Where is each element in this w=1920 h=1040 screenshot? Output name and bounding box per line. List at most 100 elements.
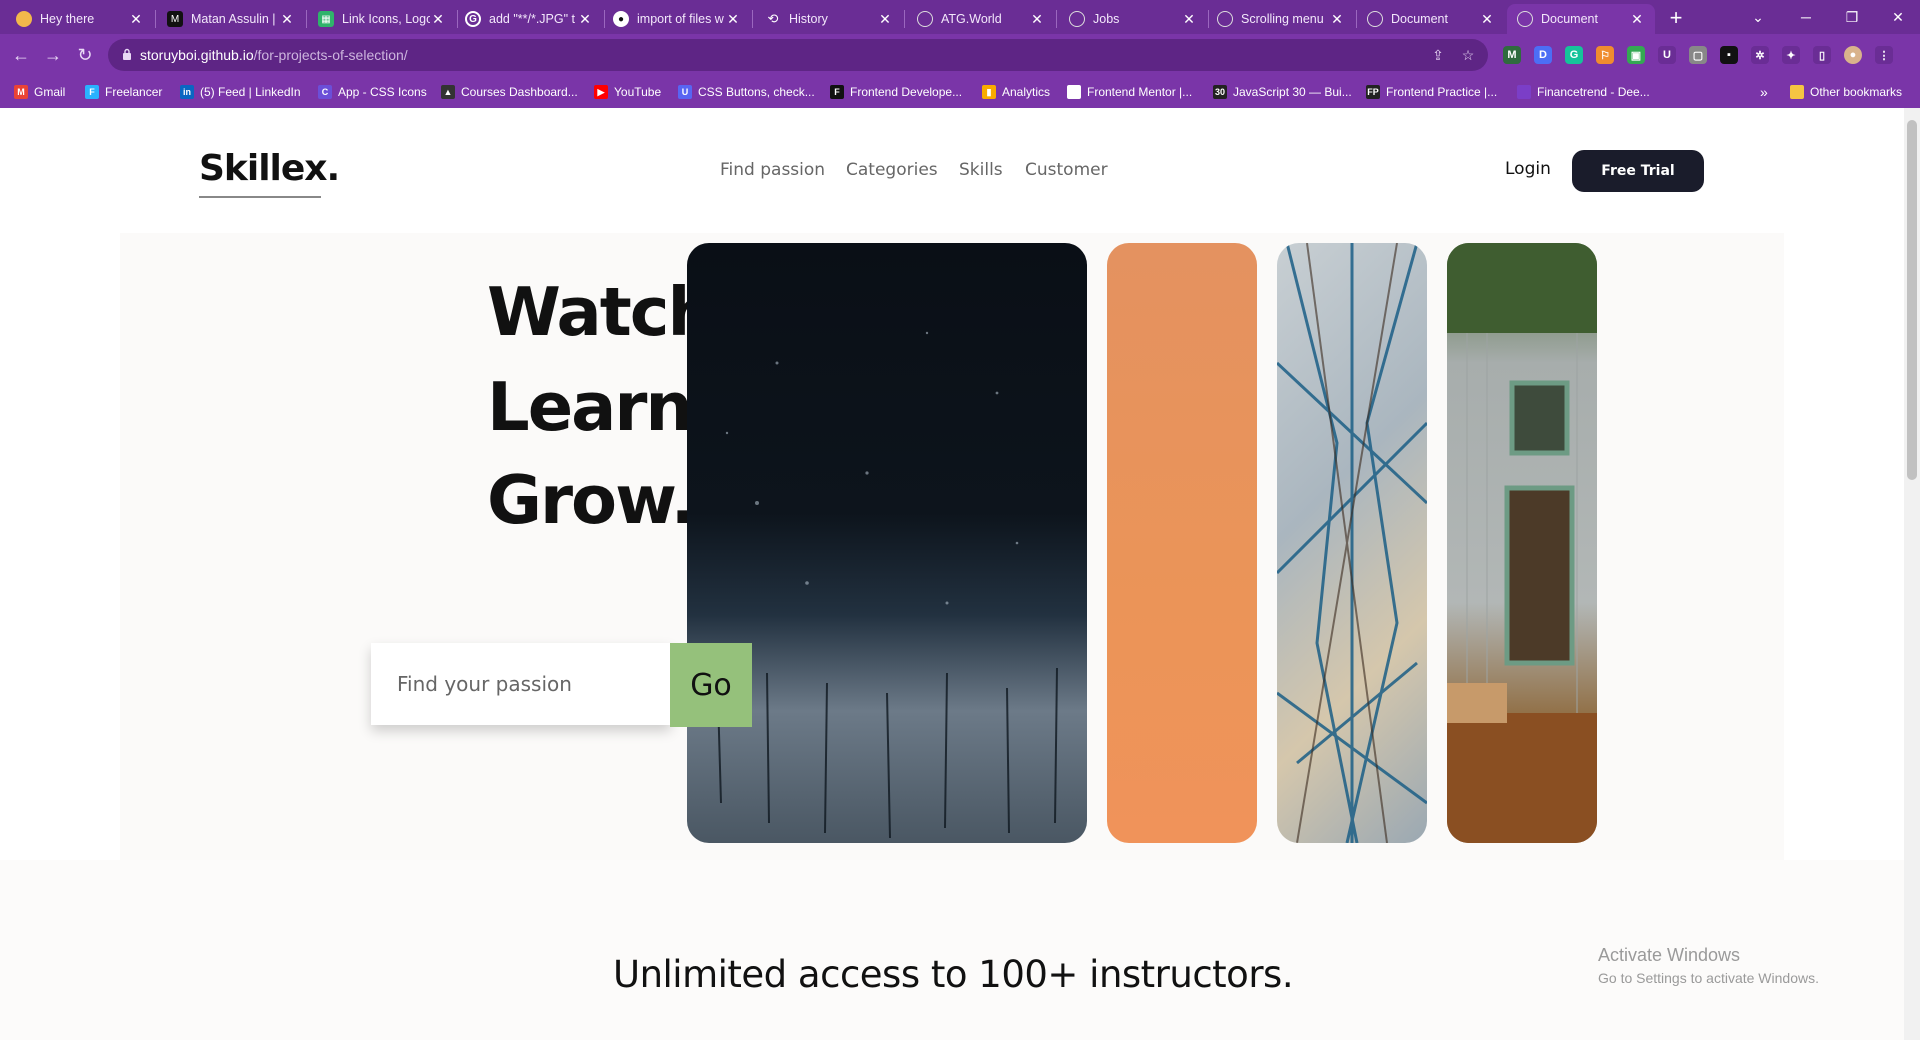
tab-close-icon[interactable]: ✕ <box>1181 11 1197 28</box>
passion-search <box>371 643 671 725</box>
browser-menu-icon[interactable]: ⋮ <box>1875 46 1893 64</box>
bookmark-favicon-icon: U <box>678 85 692 99</box>
browser-tab[interactable]: ● import of files w ✕ <box>603 4 751 34</box>
other-bookmarks-label: Other bookmarks <box>1810 85 1903 99</box>
back-arrow-icon[interactable]: ← <box>8 42 34 68</box>
bookmark-item[interactable]: ▮ Analytics <box>982 83 1050 101</box>
passion-search-input[interactable] <box>371 643 671 725</box>
tab-close-icon[interactable]: ✕ <box>1479 11 1495 28</box>
bookmark-item[interactable]: C App - CSS Icons <box>318 83 427 101</box>
tab-search-icon[interactable]: ⌄ <box>1736 4 1780 30</box>
tab-close-icon[interactable]: ✕ <box>877 11 893 28</box>
tab-close-icon[interactable]: ✕ <box>725 11 741 28</box>
browser-tab[interactable]: M Matan Assulin | ✕ <box>157 4 305 34</box>
M-icon: M <box>167 11 183 27</box>
bookmark-label: Frontend Practice |... <box>1386 85 1498 99</box>
tab-close-icon[interactable]: ✕ <box>279 11 295 28</box>
browser-tab[interactable]: ⟲ History ✕ <box>755 4 903 34</box>
forward-arrow-icon[interactable]: → <box>40 42 66 68</box>
grammarly-icon[interactable]: G <box>1565 46 1583 64</box>
bookmark-item[interactable]: F Frontend Develope... <box>830 83 962 101</box>
go-button[interactable]: Go <box>670 643 752 727</box>
bookmark-item[interactable]: M Gmail <box>14 83 65 101</box>
extension-gear-icon[interactable]: ✲ <box>1751 46 1769 64</box>
other-bookmarks-folder[interactable]: Other bookmarks <box>1790 83 1902 101</box>
extension-flag-icon[interactable]: ⚐ <box>1596 46 1614 64</box>
extensions-puzzle-icon[interactable]: ✦ <box>1782 46 1800 64</box>
extension-dark-icon[interactable]: ▪ <box>1720 46 1738 64</box>
extension-u-icon[interactable]: U <box>1658 46 1676 64</box>
tab-title: Matan Assulin | <box>191 12 276 26</box>
share-icon[interactable]: ⇪ <box>1428 45 1448 65</box>
browser-tab[interactable]: ▦ Link Icons, Logo ✕ <box>308 4 456 34</box>
browser-tab[interactable]: Hey there ✕ <box>6 4 154 34</box>
nav-find-passion[interactable]: Find passion <box>720 160 825 180</box>
snowy-forest-image <box>687 243 1087 843</box>
extension-gray-icon[interactable]: ▢ <box>1689 46 1707 64</box>
tab-title: Document <box>1541 12 1598 26</box>
browser-tab[interactable]: Jobs ✕ <box>1059 4 1207 34</box>
tab-title: add "**/*.JPG" t <box>489 12 575 26</box>
nav-categories[interactable]: Categories <box>846 160 938 180</box>
browser-tab[interactable]: Document ✕ <box>1357 4 1505 34</box>
tree-branches-image <box>1277 243 1427 843</box>
scrollbar-thumb[interactable] <box>1907 120 1917 480</box>
bookmarks-overflow-button[interactable]: » <box>1760 83 1768 101</box>
tab-close-icon[interactable]: ✕ <box>128 11 144 28</box>
bookmark-favicon-icon: M <box>14 85 28 99</box>
bookmark-favicon-icon: F <box>830 85 844 99</box>
tab-close-icon[interactable]: ✕ <box>1629 11 1645 28</box>
login-link[interactable]: Login <box>1505 159 1551 179</box>
bookmark-favicon-icon: ▮ <box>982 85 996 99</box>
tab-close-icon[interactable]: ✕ <box>1029 11 1045 28</box>
browser-tab[interactable]: Document ✕ <box>1507 4 1655 34</box>
hero-line-learn: Learn. <box>487 368 717 446</box>
bookmark-label: CSS Buttons, check... <box>698 85 815 99</box>
tab-title: Link Icons, Logo <box>342 12 430 26</box>
side-panel-icon[interactable]: ▯ <box>1813 46 1831 64</box>
tab-title: Jobs <box>1093 12 1120 26</box>
profile-avatar[interactable]: ● <box>1844 46 1862 64</box>
tab-close-icon[interactable]: ✕ <box>1329 11 1345 28</box>
tab-close-icon[interactable]: ✕ <box>577 11 593 28</box>
browser-tab[interactable]: Scrolling menu ✕ <box>1207 4 1355 34</box>
restore-button[interactable]: ❐ <box>1830 4 1874 30</box>
history-icon: ⟲ <box>767 11 779 26</box>
bookmark-item[interactable]: 30 JavaScript 30 — Bui... <box>1213 83 1352 101</box>
bookmark-label: Courses Dashboard... <box>461 85 578 99</box>
bookmark-item[interactable]: in (5) Feed | LinkedIn <box>180 83 301 101</box>
browser-tab[interactable]: Gadd "**/*.JPG" t ✕ <box>455 4 603 34</box>
nav-customer[interactable]: Customer <box>1025 160 1108 180</box>
extension-m-icon[interactable]: M <box>1503 46 1521 64</box>
extension-green-icon[interactable]: ▣ <box>1627 46 1645 64</box>
bookmark-label: Freelancer <box>105 85 163 99</box>
tab-close-icon[interactable]: ✕ <box>430 11 446 28</box>
new-tab-button[interactable]: + <box>1662 4 1690 32</box>
bookmark-item[interactable]: ▶ YouTube <box>594 83 661 101</box>
bookmark-item[interactable]: ▲ Courses Dashboard... <box>441 83 578 101</box>
bookmark-item[interactable]: U CSS Buttons, check... <box>678 83 815 101</box>
activate-windows-title: Activate Windows <box>1598 945 1741 965</box>
circle-icon <box>16 11 32 27</box>
bookmark-favicon-icon: in <box>180 85 194 99</box>
browser-tab[interactable]: ATG.World ✕ <box>907 4 1055 34</box>
bookmark-label: YouTube <box>614 85 662 99</box>
extension-d-icon[interactable]: D <box>1534 46 1552 64</box>
bookmark-item[interactable]: Frontend Mentor |... <box>1067 83 1192 101</box>
address-bar[interactable]: storuyboi.github.io/for-projects-of-sele… <box>108 39 1488 71</box>
minimize-button[interactable]: ─ <box>1784 4 1828 30</box>
bookmark-item[interactable]: Financetrend - Dee... <box>1517 83 1650 101</box>
globe-icon <box>1517 11 1533 27</box>
bookmark-item[interactable]: F Freelancer <box>85 83 162 101</box>
tab-title: Document <box>1391 12 1448 26</box>
bookmark-item[interactable]: FP Frontend Practice |... <box>1366 83 1497 101</box>
site-logo[interactable]: Skillex. <box>199 148 340 189</box>
page-scrollbar[interactable] <box>1904 108 1920 1040</box>
instructors-heading: Unlimited access to 100+ instructors. <box>613 953 1294 996</box>
nav-skills[interactable]: Skills <box>959 160 1003 180</box>
free-trial-button[interactable]: Free Trial <box>1572 150 1704 192</box>
bookmark-star-icon[interactable]: ☆ <box>1458 45 1478 65</box>
reload-icon[interactable]: ↻ <box>72 42 98 68</box>
close-window-button[interactable]: ✕ <box>1876 4 1920 30</box>
logo-underline <box>199 196 321 198</box>
